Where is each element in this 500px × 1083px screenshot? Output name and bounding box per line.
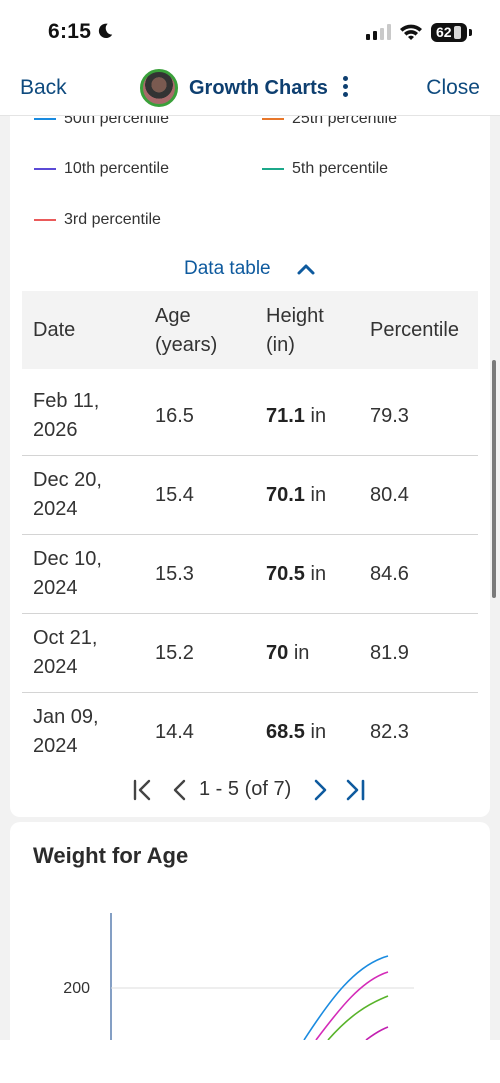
cell-height: 70.5 in <box>266 560 326 589</box>
wifi-icon <box>400 24 422 40</box>
scrollbar[interactable] <box>492 360 496 598</box>
column-header-date: Date <box>33 319 76 341</box>
legend-swatch <box>262 167 284 170</box>
row-divider <box>22 692 478 693</box>
status-time: 6:15 <box>48 20 92 43</box>
column-header-age: Age <box>155 305 191 327</box>
column-header-height-unit: (in) <box>266 334 295 356</box>
cell-height: 68.5 in <box>266 718 326 747</box>
height-unit: in <box>310 405 327 427</box>
cell-age: 15.2 <box>155 642 194 664</box>
legend-swatch <box>34 218 56 221</box>
legend-item-3rd: 3rd percentile <box>34 209 161 231</box>
cell-date: Jan 09, <box>33 706 99 728</box>
chevron-up-icon[interactable] <box>296 262 316 276</box>
cell-age: 14.4 <box>155 721 194 743</box>
first-page-icon[interactable] <box>132 776 154 804</box>
close-button[interactable]: Close <box>426 76 480 100</box>
cell-date: Dec 10, <box>33 548 102 570</box>
series-line <box>303 955 389 1040</box>
cell-date-year: 2026 <box>33 419 78 441</box>
cellular-signal-icon <box>366 24 391 40</box>
battery-nub <box>469 29 472 36</box>
battery-icon: 62 <box>431 23 467 42</box>
cell-height: 70.1 in <box>266 481 326 510</box>
back-button[interactable]: Back <box>20 76 67 100</box>
nav-bar: Back Growth Charts Close <box>0 64 500 116</box>
cell-height: 71.1 in <box>266 402 326 431</box>
cell-date-year: 2024 <box>33 577 78 599</box>
row-divider <box>22 534 478 535</box>
cell-age: 15.3 <box>155 563 194 585</box>
height-value: 71.1 <box>266 405 305 427</box>
next-page-icon[interactable] <box>310 776 330 804</box>
cell-date-year: 2024 <box>33 498 78 520</box>
page-title: Growth Charts <box>189 77 328 99</box>
cell-age: 16.5 <box>155 405 194 427</box>
y-tick-label: 200 <box>63 980 90 997</box>
status-bar: 6:15 62 <box>0 0 500 64</box>
battery-level: 62 <box>436 24 452 40</box>
cell-percentile: 80.4 <box>370 484 409 506</box>
height-value: 68.5 <box>266 721 305 743</box>
cell-date: Dec 20, <box>33 469 102 491</box>
bottom-area <box>0 1040 500 1083</box>
legend-swatch <box>34 117 56 120</box>
legend-label: 10th percentile <box>64 160 169 177</box>
cell-date-year: 2024 <box>33 656 78 678</box>
cell-date: Feb 11, <box>33 390 100 412</box>
legend-label: 5th percentile <box>292 160 389 177</box>
pagination-status: 1 - 5 (of 7) <box>199 778 292 800</box>
legend-swatch <box>262 117 284 120</box>
row-divider <box>22 613 478 614</box>
chart-title: Weight for Age <box>33 843 189 868</box>
data-table-toggle[interactable]: Data table <box>184 258 271 280</box>
height-unit: in <box>310 484 327 506</box>
weight-for-age-chart: 200 <box>63 913 414 1040</box>
series-line <box>365 1026 389 1040</box>
moon-icon <box>98 23 113 39</box>
cell-percentile: 84.6 <box>370 563 409 585</box>
height-value: 70.1 <box>266 484 305 506</box>
cell-age: 15.4 <box>155 484 194 506</box>
cell-percentile: 79.3 <box>370 405 409 427</box>
legend-item-5th: 5th percentile <box>262 158 388 180</box>
cell-percentile: 81.9 <box>370 642 409 664</box>
column-header-percentile: Percentile <box>370 319 459 341</box>
column-header-height: Height <box>266 305 324 327</box>
last-page-icon[interactable] <box>344 776 368 804</box>
height-unit: in <box>293 642 310 664</box>
height-unit: in <box>310 563 327 585</box>
height-value: 70.5 <box>266 563 305 585</box>
more-options-icon[interactable] <box>340 74 350 102</box>
legend-label: 3rd percentile <box>64 211 161 228</box>
avatar[interactable] <box>140 69 178 107</box>
series-line <box>327 995 389 1040</box>
legend-item-10th: 10th percentile <box>34 158 169 180</box>
column-header-age-unit: (years) <box>155 334 218 356</box>
height-unit: in <box>310 721 327 743</box>
cell-height: 70 in <box>266 639 309 668</box>
legend-swatch <box>34 167 56 170</box>
cell-percentile: 82.3 <box>370 721 409 743</box>
height-value: 70 <box>266 642 289 664</box>
row-divider <box>22 455 478 456</box>
cell-date-year: 2024 <box>33 735 78 757</box>
previous-page-icon[interactable] <box>170 776 190 804</box>
cell-date: Oct 21, <box>33 627 98 649</box>
